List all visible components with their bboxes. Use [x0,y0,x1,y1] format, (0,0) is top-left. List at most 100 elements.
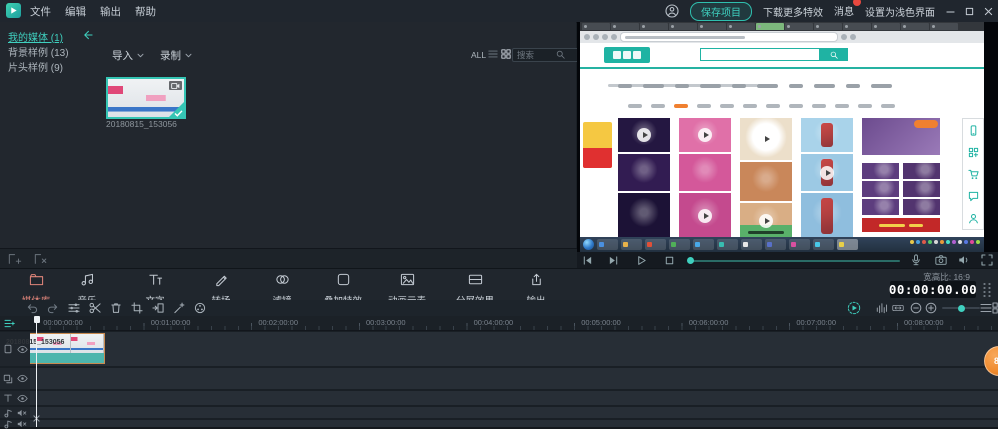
maximize-button[interactable] [965,7,974,16]
volume-button[interactable] [958,254,970,266]
undo-icon[interactable] [26,302,38,314]
track-grid-icon[interactable] [992,302,998,314]
playback-bar [577,252,998,268]
recorded-taskbar-item-icon [791,242,796,247]
delete-folder-icon[interactable] [34,253,48,265]
microphone-button[interactable] [910,254,922,266]
eye-icon[interactable] [16,393,28,404]
menu-item[interactable]: 编辑 [65,4,86,19]
recorded-thumb [618,193,670,239]
stop-button[interactable] [664,255,675,266]
recorded-play-overlay-icon [820,165,834,180]
recorded-tray-icon [976,240,980,244]
next-frame-button[interactable] [608,255,619,266]
render-preview-icon[interactable] [847,301,861,315]
menu-item[interactable]: 文件 [30,4,51,19]
menu-item[interactable]: 帮助 [135,4,156,19]
light-theme-toggle[interactable]: 设置为浅色界面 [865,4,935,19]
menu-item[interactable]: 输出 [100,4,121,19]
search-input[interactable] [512,48,582,62]
recorded-site-header [580,43,984,67]
track-manager-icon[interactable] [4,319,15,328]
delete-icon[interactable] [110,302,122,314]
recorded-thumb [801,193,853,239]
media-category[interactable]: 我的媒体 (1) [8,29,69,44]
messages-button[interactable]: 消息 [834,0,861,20]
close-button[interactable] [984,7,993,16]
list-view-icon[interactable] [488,49,498,59]
recorded-tray-icon [916,240,920,244]
recorded-browser-tabstrip [580,22,984,31]
filter-all-button[interactable]: ALL [471,50,486,60]
split-icon[interactable] [89,302,101,314]
window-controls [946,7,993,16]
timecode-display: 00:00:00.00 [888,281,978,298]
recorded-thumb [740,118,792,160]
recorded-promo-button [914,120,938,128]
recorded-taskbar-item-icon [671,242,676,247]
mute-icon[interactable] [17,408,27,418]
previous-frame-button[interactable] [582,255,593,266]
recorded-tray-icon [946,240,950,244]
media-category[interactable]: 背景样例 (13) [8,44,69,59]
recorded-taskbar-item-icon [623,242,628,247]
zoom-slider-handle[interactable] [958,304,965,312]
overlay-track-icon [3,374,13,384]
eye-icon[interactable] [16,373,28,384]
recorded-tray [910,240,980,244]
recorded-browser-tab [640,23,668,30]
save-project-button[interactable]: 保存项目 [690,1,752,21]
account-icon[interactable] [665,4,679,18]
media-item-thumbnail[interactable] [106,77,186,119]
snapshot-button[interactable] [935,254,947,266]
fullscreen-button[interactable] [981,254,993,266]
recorded-thumb-small [862,181,899,197]
audio-meter-icon[interactable] [876,302,888,314]
recorded-nav-row-2 [628,104,895,108]
recorded-taskbar-item [645,239,666,250]
recorded-taskbar-item [837,239,858,250]
recorded-nav-link [743,104,757,108]
menu-bar: 文件 编辑 输出 帮助 [30,0,156,22]
minimize-button[interactable] [946,7,955,16]
color-tuning-icon[interactable] [194,302,206,314]
split-screen-icon [468,272,483,287]
playback-slider[interactable] [688,260,900,262]
recorded-play-overlay-icon [698,209,712,223]
advanced-tool-icon[interactable] [173,302,185,314]
fit-timeline-icon[interactable] [892,302,904,314]
recorded-nav-link [651,104,665,108]
playback-slider-handle[interactable] [687,257,694,264]
timeline-ruler[interactable]: 00:00:00:0000:01:00:0000:02:00:0000:03:0… [0,316,998,331]
recorded-nav-link [835,104,849,108]
playhead[interactable] [33,316,40,427]
media-category[interactable]: 片头样例 (9) [8,59,69,74]
recorded-taskbar-item [741,239,762,250]
recorded-play-overlay-icon [759,214,773,228]
timecode-options-icon[interactable] [982,282,992,297]
recorded-taskbar-item [693,239,714,250]
import-dropdown[interactable]: 导入 [112,48,144,63]
recorded-tray-icon [958,240,962,244]
recorded-tray-icon [970,240,974,244]
track-list-icon[interactable] [980,302,992,314]
play-button[interactable] [636,255,647,266]
track-lane-audio [30,420,998,427]
record-dropdown[interactable]: 录制 [160,48,192,63]
zoom-out-icon[interactable] [910,302,922,314]
feature-toolbar: 媒体库音乐文字转场滤镜叠加特效动画元素分屏效果输出 宽高比: 16:9 00:0… [0,268,998,307]
filter-icon [275,272,290,287]
collapse-sidebar-icon[interactable] [82,30,93,40]
download-effects-button[interactable]: 下载更多特效 [763,4,823,19]
redo-icon[interactable] [47,302,59,314]
zoom-in-icon[interactable] [925,302,937,314]
recorded-nav-link [846,84,860,88]
ripple-edit-icon[interactable] [152,302,164,314]
mute-icon[interactable] [17,419,27,429]
timeline-tracks: 20180815_153056 [0,331,998,429]
audio-mixer-icon[interactable] [68,302,80,314]
crop-icon[interactable] [131,302,143,314]
add-folder-icon[interactable] [8,253,22,265]
grid-view-icon[interactable] [501,49,511,59]
titlebar: 文件 编辑 输出 帮助 保存项目 下载更多特效 消息 设置为浅色界面 [0,0,998,23]
